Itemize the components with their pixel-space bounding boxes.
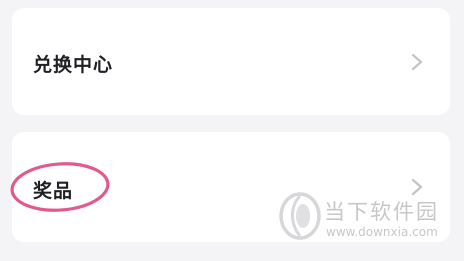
watermark-name: 当下软件园: [324, 200, 439, 224]
exchange-center-row[interactable]: 兑换中心: [12, 8, 450, 115]
highlight-circle: [8, 159, 112, 215]
watermark-url: www.downxia.com: [326, 225, 438, 239]
watermark: 当下软件园 www.downxia.com: [268, 184, 458, 246]
exchange-center-label: 兑换中心: [33, 54, 114, 76]
chevron-right-icon: [410, 53, 424, 71]
downxia-logo-icon: [276, 188, 324, 242]
